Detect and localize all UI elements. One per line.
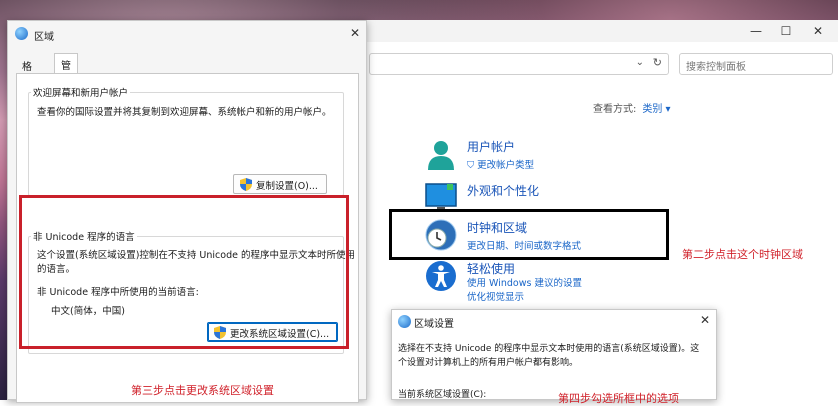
address-bar[interactable]: ⌄ ↻ <box>369 53 669 75</box>
globe-icon <box>15 27 28 40</box>
category-title[interactable]: 用户帐户 <box>467 138 515 155</box>
highlight-unicode-section <box>19 195 349 349</box>
maximize-button[interactable]: ☐ <box>771 22 801 40</box>
region-settings-dialog: 区域设置 ✕ 选择在不支持 Unicode 的程序中显示文本时使用的语言(系统区… <box>391 309 717 405</box>
accessibility-icon <box>426 261 456 291</box>
dialog-title: 区域 <box>34 32 54 43</box>
category-title[interactable]: 外观和个性化 <box>467 182 539 199</box>
dialog-title: 区域设置 <box>414 319 454 330</box>
chevron-down-icon[interactable]: ⌄ <box>636 57 644 68</box>
tab-admin[interactable]: 管理 <box>54 53 78 87</box>
annotation-step4: 第四步勾选所框中的选项 <box>558 392 679 405</box>
annotation-step2: 第二步点击这个时钟区域 <box>682 248 803 261</box>
annotation-step3: 第三步点击更改系统区域设置 <box>131 384 274 397</box>
group-label: 欢迎屏幕和新用户帐户 <box>31 85 131 99</box>
shield-icon: ⛉ <box>467 160 478 171</box>
settings-description: 选择在不支持 Unicode 的程序中显示文本时使用的语言(系统区域设置)。这 … <box>398 344 700 368</box>
category-link[interactable]: 使用 Windows 建议的设置 <box>467 275 582 289</box>
copy-settings-button[interactable]: 复制设置(O)... <box>233 174 327 194</box>
view-by: 查看方式: 类别 ▾ <box>593 100 671 115</box>
category-link[interactable]: 优化视觉显示 <box>467 289 524 303</box>
globe-icon <box>398 315 411 328</box>
category-link[interactable]: ⛉ 更改帐户类型 <box>467 157 534 171</box>
shield-icon <box>240 178 252 191</box>
view-by-label: 查看方式: <box>593 104 637 115</box>
user-accounts-icon <box>428 141 454 170</box>
close-button[interactable]: ✕ <box>700 313 710 327</box>
title-bar: — ☐ ✕ <box>357 20 838 42</box>
refresh-icon[interactable]: ↻ <box>653 56 662 69</box>
tab-format[interactable]: 格式 <box>16 55 38 88</box>
minimize-button[interactable]: — <box>741 22 771 40</box>
view-by-dropdown[interactable]: 类别 ▾ <box>642 104 670 115</box>
search-input[interactable]: 搜索控制面板 <box>679 53 833 75</box>
close-button[interactable]: ✕ <box>803 22 833 40</box>
highlight-clock-region <box>389 209 669 260</box>
welcome-description: 查看你的国际设置并将其复制到欢迎屏幕、系统帐户和新的用户帐户。 <box>37 107 332 118</box>
close-button[interactable]: ✕ <box>350 26 360 40</box>
